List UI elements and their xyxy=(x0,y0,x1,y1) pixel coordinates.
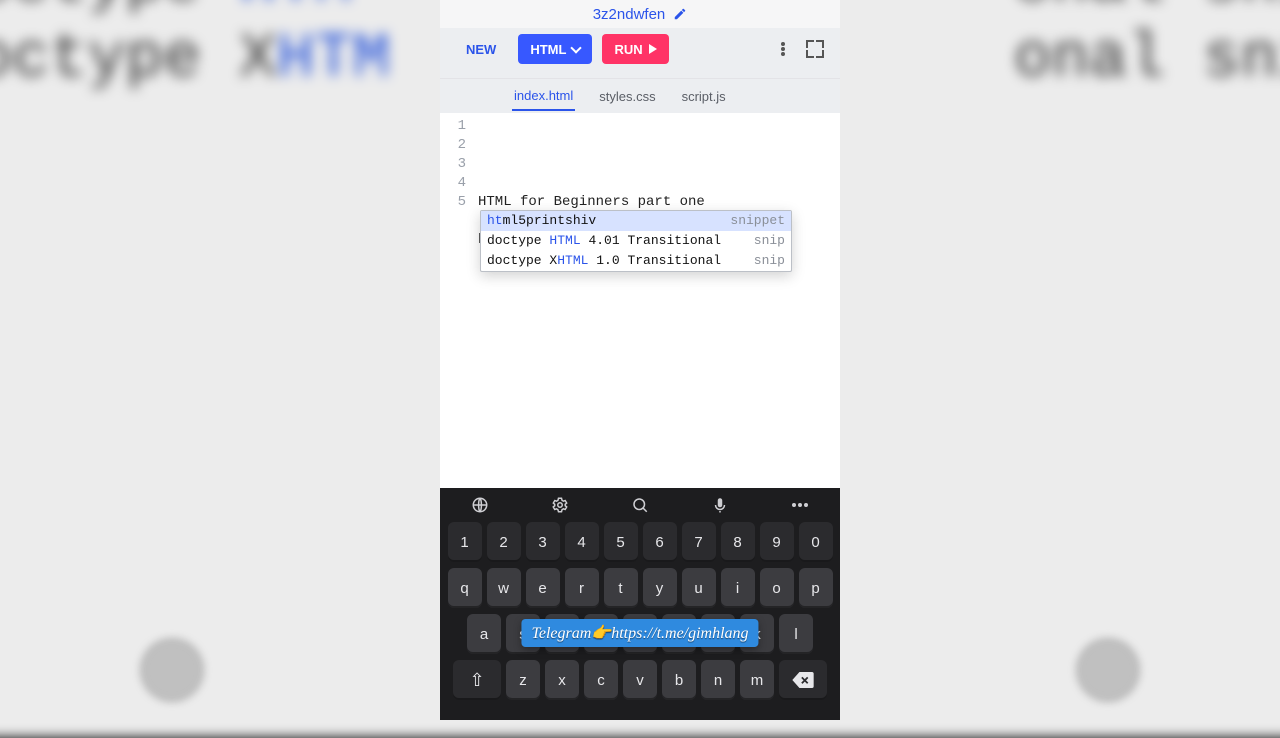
edit-name-icon[interactable] xyxy=(673,7,687,21)
key[interactable]: 1 xyxy=(448,522,482,562)
key[interactable]: o xyxy=(760,568,794,608)
telegram-banner: Telegram👉https://t.me/gimhlang xyxy=(521,619,758,647)
gear-icon[interactable] xyxy=(547,492,573,518)
more-icon[interactable] xyxy=(787,492,813,518)
search-icon[interactable] xyxy=(627,492,653,518)
fullscreen-exit-button[interactable] xyxy=(804,38,826,60)
key[interactable]: 0 xyxy=(799,522,833,562)
bg-text: HTM xyxy=(239,0,352,20)
shift-key[interactable]: ⇧ xyxy=(453,660,501,700)
key[interactable]: 4 xyxy=(565,522,599,562)
project-title-bar: 3z2ndwfen xyxy=(440,0,840,28)
onscreen-keyboard: 1 2 3 4 5 6 7 8 9 0 q w e r t y u i o xyxy=(440,488,840,720)
key[interactable]: b xyxy=(662,660,696,700)
key[interactable]: e xyxy=(526,568,560,608)
key[interactable]: q xyxy=(448,568,482,608)
key[interactable]: 9 xyxy=(760,522,794,562)
key[interactable]: 6 xyxy=(643,522,677,562)
line-number: 5 xyxy=(440,193,466,212)
key[interactable]: 8 xyxy=(721,522,755,562)
keyboard-row-q: q w e r t y u i o p xyxy=(446,568,834,608)
code-editor[interactable]: 1 2 3 4 5 HTML for Beginners part one ht… xyxy=(440,113,840,488)
language-dropdown[interactable]: HTML xyxy=(518,34,592,64)
tab-script-js[interactable]: script.js xyxy=(680,83,728,110)
key[interactable]: i xyxy=(721,568,755,608)
language-label: HTML xyxy=(530,42,566,57)
code-area[interactable]: HTML for Beginners part one htm xyxy=(472,113,840,488)
line-number: 3 xyxy=(440,155,466,174)
globe-icon[interactable] xyxy=(467,492,493,518)
bg-text: onal snip xyxy=(1014,0,1280,20)
key[interactable]: t xyxy=(604,568,638,608)
key[interactable]: 3 xyxy=(526,522,560,562)
toolbar: NEW HTML RUN xyxy=(440,28,840,79)
tab-styles-css[interactable]: styles.css xyxy=(597,83,657,110)
chevron-down-icon xyxy=(571,42,582,53)
autocomplete-item[interactable]: doctype XHTML 1.0 Transitional snip xyxy=(481,251,791,271)
bg-text: HTM xyxy=(277,24,390,95)
key[interactable]: a xyxy=(467,614,501,654)
key[interactable]: p xyxy=(799,568,833,608)
run-button[interactable]: RUN xyxy=(602,34,668,64)
key[interactable]: u xyxy=(682,568,716,608)
mic-icon[interactable] xyxy=(707,492,733,518)
more-menu-button[interactable] xyxy=(772,38,794,60)
nav-ghost-emoji-icon xyxy=(140,638,204,702)
key[interactable]: w xyxy=(487,568,521,608)
line-number: 4 xyxy=(440,174,466,193)
fullscreen-exit-icon xyxy=(806,40,824,58)
new-button[interactable]: NEW xyxy=(454,34,508,64)
line-number-gutter: 1 2 3 4 5 xyxy=(440,113,472,488)
project-name[interactable]: 3z2ndwfen xyxy=(593,6,666,23)
autocomplete-kind: snippet xyxy=(730,212,785,230)
autocomplete-item[interactable]: html5printshiv snippet xyxy=(481,211,791,231)
key[interactable]: l xyxy=(779,614,813,654)
line-number: 2 xyxy=(440,136,466,155)
play-icon xyxy=(649,44,657,54)
app-viewport: 3z2ndwfen NEW HTML RUN index.html styl xyxy=(440,0,840,720)
key[interactable]: c xyxy=(584,660,618,700)
line-number: 1 xyxy=(440,117,466,136)
code-line: HTML for Beginners part one xyxy=(478,194,705,210)
key[interactable]: 2 xyxy=(487,522,521,562)
bg-text: onal snip xyxy=(1014,24,1280,95)
bg-text: doctype xyxy=(0,0,239,20)
nav-ghost-mic-icon xyxy=(1076,638,1140,702)
key[interactable]: n xyxy=(701,660,735,700)
keyboard-row-numbers: 1 2 3 4 5 6 7 8 9 0 xyxy=(446,522,834,562)
backspace-key[interactable] xyxy=(779,660,827,700)
new-button-label: NEW xyxy=(466,42,496,57)
key[interactable]: z xyxy=(506,660,540,700)
keyboard-row-z: ⇧ z x c v b n m xyxy=(446,660,834,700)
key[interactable]: 5 xyxy=(604,522,638,562)
file-tabs: index.html styles.css script.js xyxy=(440,79,840,113)
autocomplete-popup: html5printshiv snippet doctype HTML 4.01… xyxy=(480,210,792,272)
tab-index-html[interactable]: index.html xyxy=(512,82,575,111)
run-button-label: RUN xyxy=(614,42,642,57)
key[interactable]: r xyxy=(565,568,599,608)
keyboard-toolbar xyxy=(440,488,840,522)
autocomplete-kind: snip xyxy=(754,232,785,250)
bg-text: doctype X xyxy=(0,24,277,95)
key[interactable]: m xyxy=(740,660,774,700)
key[interactable]: y xyxy=(643,568,677,608)
autocomplete-kind: snip xyxy=(754,252,785,270)
key[interactable]: 7 xyxy=(682,522,716,562)
autocomplete-item[interactable]: doctype HTML 4.01 Transitional snip xyxy=(481,231,791,251)
key[interactable]: x xyxy=(545,660,579,700)
key[interactable]: v xyxy=(623,660,657,700)
